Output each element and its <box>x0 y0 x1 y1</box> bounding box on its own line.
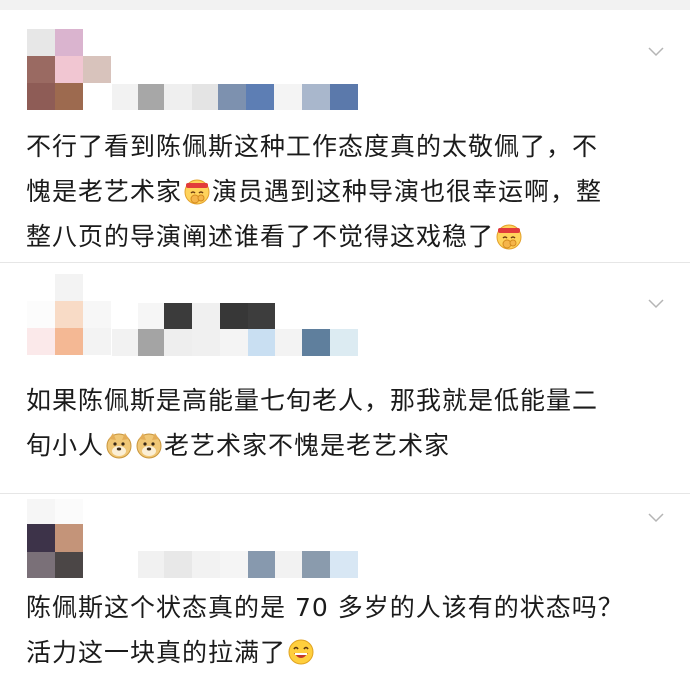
comment-text-segment: 不行了看到陈佩斯这种工作态度真的太敬佩了，不 <box>26 132 599 161</box>
comment-3: 陈佩斯这个状态真的是 70 多岁的人该有的状态吗？ 活力这一块真的拉满了 <box>0 494 690 691</box>
comment-text-segment: 愧是老艺术家 <box>26 177 183 206</box>
text-line: 陈佩斯这个状态真的是 70 多岁的人该有的状态吗？ <box>26 585 666 630</box>
text-line: 整八页的导演阐述谁看了不觉得这戏稳了 <box>26 214 666 259</box>
text-line: 旬小人 老艺术家不愧是老艺术家 <box>26 423 666 468</box>
comment-text: 陈佩斯这个状态真的是 70 多岁的人该有的状态吗？ 活力这一块真的拉满了 <box>26 585 666 675</box>
chevron-down-icon[interactable] <box>648 44 664 60</box>
comment-text-segment: 旬小人 <box>26 431 105 460</box>
comment-1: 不行了看到陈佩斯这种工作态度真的太敬佩了，不 愧是老艺术家 演员遇到这种导演也很幸运… <box>0 0 690 262</box>
text-line: 愧是老艺术家 演员遇到这种导演也很幸运啊，整 <box>26 169 666 214</box>
comment-text-segment: 老艺术家不愧是老艺术家 <box>164 431 451 460</box>
comment-text-segment: 活力这一块真的拉满了 <box>26 638 287 667</box>
comment-2: 如果陈佩斯是高能量七旬老人，那我就是低能量二 旬小人 老艺术家不愧是老艺术家 <box>0 263 690 493</box>
respect-face-emoji <box>183 177 211 205</box>
text-line: 不行了看到陈佩斯这种工作态度真的太敬佩了，不 <box>26 124 666 169</box>
laughing-face-emoji <box>287 638 315 666</box>
comment-text-segment: 陈佩斯这个状态真的是 70 多岁的人该有的状态吗？ <box>26 593 624 622</box>
comment-text-segment: 整八页的导演阐述谁看了不觉得这戏稳了 <box>26 222 495 251</box>
text-line: 活力这一块真的拉满了 <box>26 630 666 675</box>
chevron-down-icon[interactable] <box>648 296 664 312</box>
respect-face-emoji <box>495 222 523 250</box>
comment-text: 不行了看到陈佩斯这种工作态度真的太敬佩了，不 愧是老艺术家 演员遇到这种导演也很幸运… <box>26 124 666 259</box>
text-line: 如果陈佩斯是高能量七旬老人，那我就是低能量二 <box>26 378 666 423</box>
comment-text: 如果陈佩斯是高能量七旬老人，那我就是低能量二 旬小人 老艺术家不愧是老艺术家 <box>26 378 666 468</box>
doge-emoji <box>135 431 163 459</box>
doge-emoji <box>105 431 133 459</box>
comment-text-segment: 演员遇到这种导演也很幸运啊，整 <box>212 177 603 206</box>
chevron-down-icon[interactable] <box>648 510 664 526</box>
comment-text-segment: 如果陈佩斯是高能量七旬老人，那我就是低能量二 <box>26 386 599 415</box>
